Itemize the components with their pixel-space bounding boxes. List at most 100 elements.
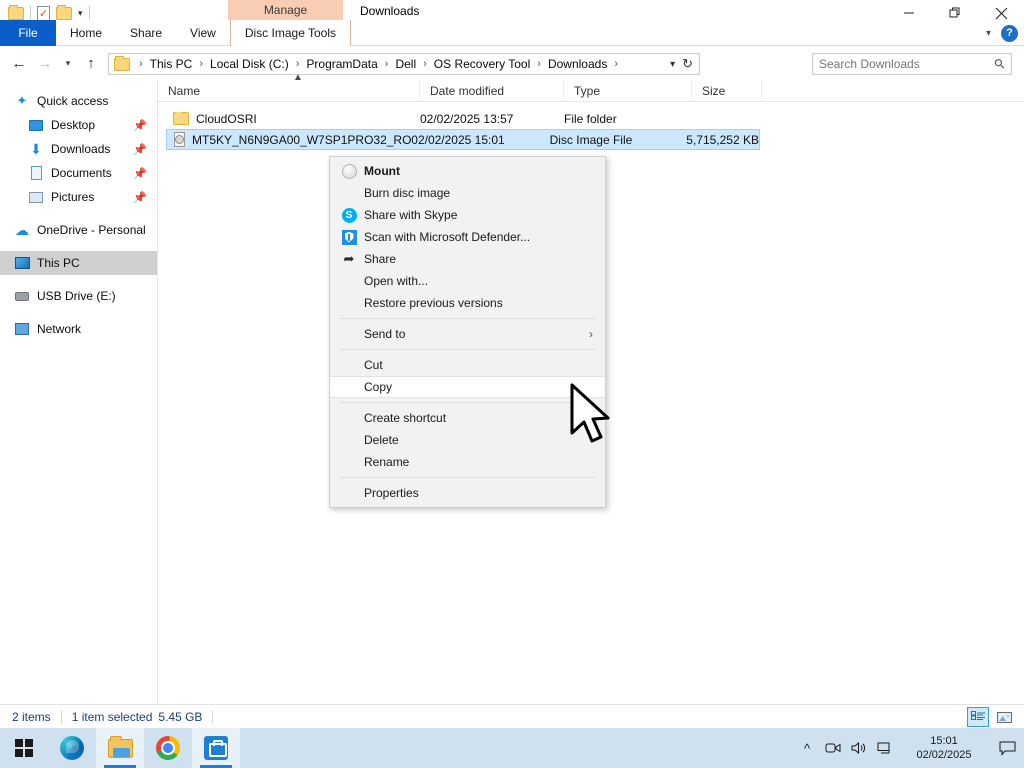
file-name-label: CloudOSRI xyxy=(196,112,257,126)
start-button[interactable] xyxy=(0,728,48,768)
notification-icon[interactable] xyxy=(990,728,1024,768)
mount-disc-icon xyxy=(338,164,360,179)
refresh-icon[interactable]: ↻ xyxy=(682,56,693,72)
taskbar-apps xyxy=(0,728,240,768)
tab-file[interactable]: File xyxy=(0,20,56,46)
sidebar-item-desktop[interactable]: Desktop 📌 xyxy=(0,113,157,137)
breadcrumb[interactable]: › This PC › Local Disk (C:) › ProgramDat… xyxy=(108,53,700,75)
properties-icon[interactable] xyxy=(37,6,50,21)
menu-item-label: Copy xyxy=(364,380,392,394)
sidebar-item-label: Desktop xyxy=(51,118,95,132)
pin-icon[interactable]: 📌 xyxy=(133,143,147,156)
back-arrow-icon[interactable]: ← xyxy=(6,51,32,75)
menu-item-copy[interactable]: Copy xyxy=(330,376,605,398)
column-header-date-modified[interactable]: Date modified xyxy=(420,80,564,102)
tab-disc-image-tools[interactable]: Disc Image Tools xyxy=(230,20,351,46)
menu-item-label: Delete xyxy=(364,433,399,447)
menu-item-mount[interactable]: Mount xyxy=(330,160,605,182)
skype-icon: S xyxy=(338,208,360,223)
forward-arrow-icon: → xyxy=(32,51,58,75)
sidebar-item-quick-access[interactable]: ✦ Quick access xyxy=(0,89,157,113)
table-row[interactable]: MT5KY_N6N9GA00_W7SP1PRO32_ROW(... 02/02/… xyxy=(166,129,760,150)
breadcrumb-item-os-recovery-tool[interactable]: OS Recovery Tool xyxy=(432,57,533,71)
pin-icon[interactable]: 📌 xyxy=(133,119,147,132)
sidebar-item-usb-drive[interactable]: USB Drive (E:) xyxy=(0,284,157,308)
file-size-cell: 5,715,252 KB xyxy=(673,133,759,147)
sidebar-item-label: Downloads xyxy=(51,142,110,156)
sidebar-item-pictures[interactable]: Pictures 📌 xyxy=(0,185,157,209)
sort-ascending-icon: ▲ xyxy=(293,72,303,83)
file-type-cell: Disc Image File xyxy=(550,133,673,147)
up-arrow-icon[interactable]: ↑ xyxy=(78,51,104,75)
tab-share[interactable]: Share xyxy=(116,20,176,46)
menu-item-label: Scan with Microsoft Defender... xyxy=(364,230,530,244)
network-icon[interactable] xyxy=(872,728,898,768)
menu-item-burn-disc-image[interactable]: Burn disc image xyxy=(330,182,605,204)
meet-now-icon[interactable] xyxy=(820,728,846,768)
support-assist-icon xyxy=(204,736,228,760)
taskbar-item-chrome[interactable] xyxy=(144,728,192,768)
table-row[interactable]: CloudOSRI 02/02/2025 13:57 File folder xyxy=(166,108,1024,129)
menu-item-send-to[interactable]: Send to › xyxy=(330,323,605,345)
file-type-cell: File folder xyxy=(564,112,692,126)
status-selection: 1 item selected xyxy=(72,710,153,724)
menu-item-label: Open with... xyxy=(364,274,428,288)
volume-icon[interactable] xyxy=(846,728,872,768)
search-input[interactable] xyxy=(819,57,995,71)
breadcrumb-item-programdata[interactable]: ProgramData xyxy=(304,57,379,71)
sidebar-item-label: USB Drive (E:) xyxy=(37,289,116,303)
ribbon-right-controls: ▾ ? xyxy=(986,20,1018,46)
search-box[interactable]: ⚲ xyxy=(812,53,1012,75)
sidebar-item-this-pc[interactable]: This PC xyxy=(0,251,157,275)
contextual-tab-header: Manage xyxy=(228,0,343,20)
taskbar-item-edge[interactable] xyxy=(48,728,96,768)
chevron-down-icon[interactable]: ▾ xyxy=(986,28,991,39)
menu-item-cut[interactable]: Cut xyxy=(330,354,605,376)
details-view-button[interactable] xyxy=(967,707,989,727)
this-pc-icon xyxy=(12,257,32,269)
sidebar-item-documents[interactable]: Documents 📌 xyxy=(0,161,157,185)
tab-home[interactable]: Home xyxy=(56,20,116,46)
taskbar-item-support-assist[interactable] xyxy=(192,728,240,768)
tab-view[interactable]: View xyxy=(176,20,230,46)
sidebar-item-downloads[interactable]: ⬇ Downloads 📌 xyxy=(0,137,157,161)
help-button[interactable]: ? xyxy=(1001,25,1018,42)
menu-item-restore-previous-versions[interactable]: Restore previous versions xyxy=(330,292,605,314)
chevron-up-icon[interactable]: ^ xyxy=(794,728,820,768)
menu-item-open-with[interactable]: Open with... xyxy=(330,270,605,292)
status-item-count: 2 items xyxy=(0,710,51,724)
sidebar-item-label: OneDrive - Personal xyxy=(37,223,146,237)
edge-icon xyxy=(60,736,84,760)
breadcrumb-item-this-pc[interactable]: This PC xyxy=(148,57,195,71)
pin-icon[interactable]: 📌 xyxy=(133,191,147,204)
chevron-down-icon[interactable]: ▾ xyxy=(670,59,675,70)
sidebar-item-onedrive[interactable]: ☁ OneDrive - Personal xyxy=(0,218,157,242)
large-icons-view-button[interactable] xyxy=(994,707,1016,727)
pin-icon[interactable]: 📌 xyxy=(133,167,147,180)
menu-separator xyxy=(340,349,595,350)
column-header-type[interactable]: Type xyxy=(564,80,692,102)
menu-item-share-with-skype[interactable]: S Share with Skype xyxy=(330,204,605,226)
menu-item-scan-with-defender[interactable]: Scan with Microsoft Defender... xyxy=(330,226,605,248)
breadcrumb-item-dell[interactable]: Dell xyxy=(393,57,418,71)
breadcrumb-item-downloads[interactable]: Downloads xyxy=(546,57,609,71)
system-tray: ^ xyxy=(794,728,1024,768)
toolbar-divider xyxy=(30,6,31,20)
sidebar-item-network[interactable]: Network xyxy=(0,317,157,341)
column-header-size[interactable]: Size xyxy=(692,80,762,102)
menu-item-share[interactable]: ➦ Share xyxy=(330,248,605,270)
taskbar-item-file-explorer[interactable] xyxy=(96,728,144,768)
new-folder-icon[interactable] xyxy=(56,7,72,20)
recent-locations-icon[interactable]: ▾ xyxy=(58,51,78,75)
column-header-name[interactable]: Name xyxy=(158,80,420,102)
breadcrumb-separator: › xyxy=(532,58,546,70)
menu-item-properties[interactable]: Properties xyxy=(330,482,605,504)
breadcrumb-controls: ▾ ↻ xyxy=(670,56,699,72)
clock[interactable]: 15:01 02/02/2025 xyxy=(898,728,990,768)
menu-item-rename[interactable]: Rename xyxy=(330,451,605,473)
breadcrumb-item-local-disk[interactable]: Local Disk (C:) xyxy=(208,57,291,71)
folder-icon[interactable] xyxy=(8,7,24,20)
menu-item-delete[interactable]: Delete xyxy=(330,429,605,451)
menu-item-create-shortcut[interactable]: Create shortcut xyxy=(330,407,605,429)
documents-icon xyxy=(26,166,46,180)
